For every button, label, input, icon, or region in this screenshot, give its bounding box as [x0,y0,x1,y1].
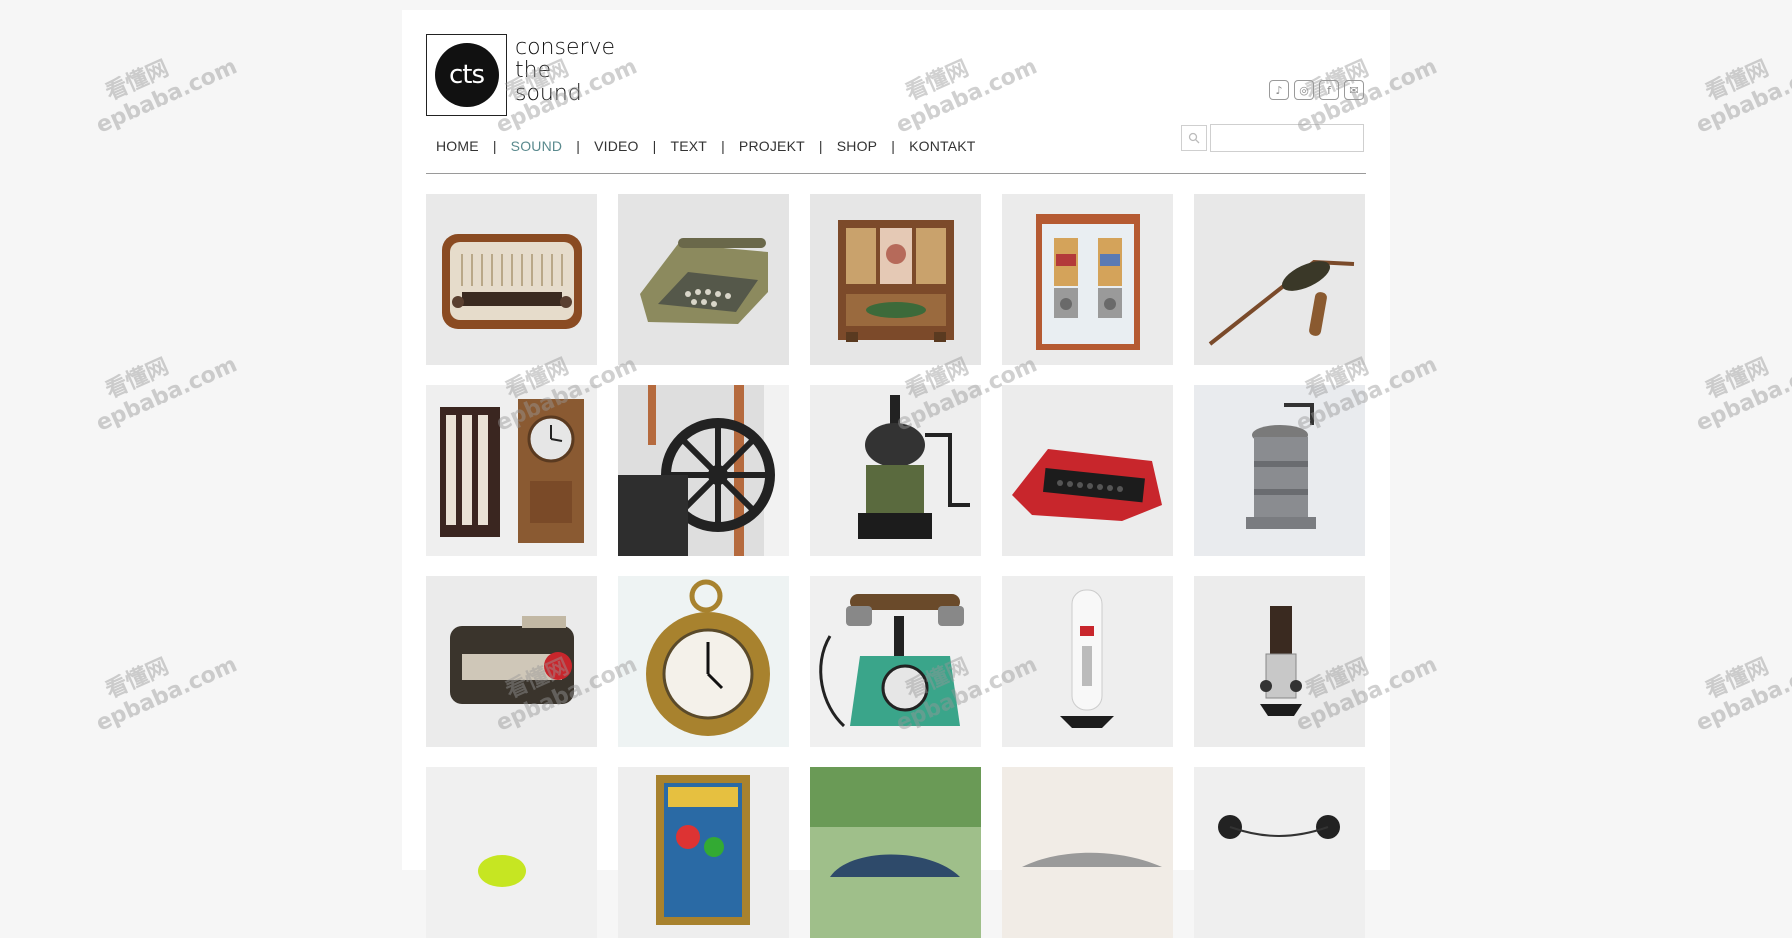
nav-home[interactable]: HOME [436,138,479,154]
grid-item-alarm-clock[interactable] [618,576,789,747]
logo-mark-box: cts [426,34,507,116]
search-box [1181,124,1364,152]
main-nav: HOME | SOUND | VIDEO | TEXT | PROJEKT | … [436,138,976,154]
nav-kontakt[interactable]: KONTAKT [909,138,975,154]
grid-item-telephone-green[interactable] [810,576,981,747]
watermark: 看懂网 epbaba.com [1692,652,1792,737]
facebook-icon[interactable]: f [1319,80,1339,100]
grid-item-chrome-device[interactable] [1194,576,1365,747]
nav-text[interactable]: TEXT [670,138,707,154]
logo-wordmark: conserve the sound [515,36,615,105]
instagram-icon[interactable]: ◎ [1294,80,1314,100]
grid-item-radio[interactable] [426,194,597,365]
watermark: 看懂网 epbaba.com [1692,54,1792,139]
nav-video[interactable]: VIDEO [594,138,639,154]
grid-item-crank-tool[interactable] [1194,194,1365,365]
watermark: 看懂网 epbaba.com [92,652,241,737]
grid-item-coffee-grinder-metal[interactable] [1194,385,1365,556]
grid-item-white-device[interactable] [1002,576,1173,747]
search-button[interactable] [1181,125,1207,151]
grid-item-gumball-dispenser[interactable] [1002,194,1173,365]
nav-projekt[interactable]: PROJEKT [739,138,805,154]
grid-item-blue-car[interactable] [810,767,981,938]
watermark: 看懂网 epbaba.com [92,54,241,139]
grid-item-coffee-grinder-black[interactable] [810,385,981,556]
grid-item-flywheel-machine[interactable] [618,385,789,556]
page-container: cts conserve the sound ♪ ◎ f ✉ HOME | SO… [402,10,1390,938]
nav-separator: | [818,138,823,154]
logo-mark: cts [434,43,499,107]
grid-item-pinball-art[interactable] [618,767,789,938]
nav-sound[interactable]: SOUND [511,138,563,154]
grid-item-bakelite-device[interactable] [426,576,597,747]
site-logo[interactable]: cts conserve the sound [426,34,615,116]
header-divider [426,173,1366,174]
watermark: 看懂网 epbaba.com [92,352,241,437]
search-input[interactable] [1210,124,1364,152]
logo-line-2: the [515,58,552,83]
product-grid [426,194,1365,938]
nav-separator: | [576,138,581,154]
grid-item-green-object[interactable] [426,767,597,938]
search-icon [1188,132,1200,144]
grid-item-silver-car[interactable] [1002,767,1173,938]
nav-separator: | [652,138,657,154]
grid-item-typewriter-red[interactable] [1002,385,1173,556]
nav-separator: | [891,138,896,154]
grid-item-typewriter-olive[interactable] [618,194,789,365]
social-links: ♪ ◎ f ✉ [1269,80,1364,100]
logo-line-3: sound [515,81,582,106]
grid-item-reel-machine[interactable] [1194,767,1365,938]
logo-line-1: conserve [515,35,616,60]
nav-separator: | [492,138,497,154]
tiktok-icon[interactable]: ♪ [1269,80,1289,100]
nav-separator: | [721,138,725,154]
grid-item-time-clock[interactable] [426,385,597,556]
watermark: 看懂网 epbaba.com [1692,352,1792,437]
mail-icon[interactable]: ✉ [1344,80,1364,100]
nav-shop[interactable]: SHOP [837,138,877,154]
grid-item-music-box[interactable] [810,194,981,365]
